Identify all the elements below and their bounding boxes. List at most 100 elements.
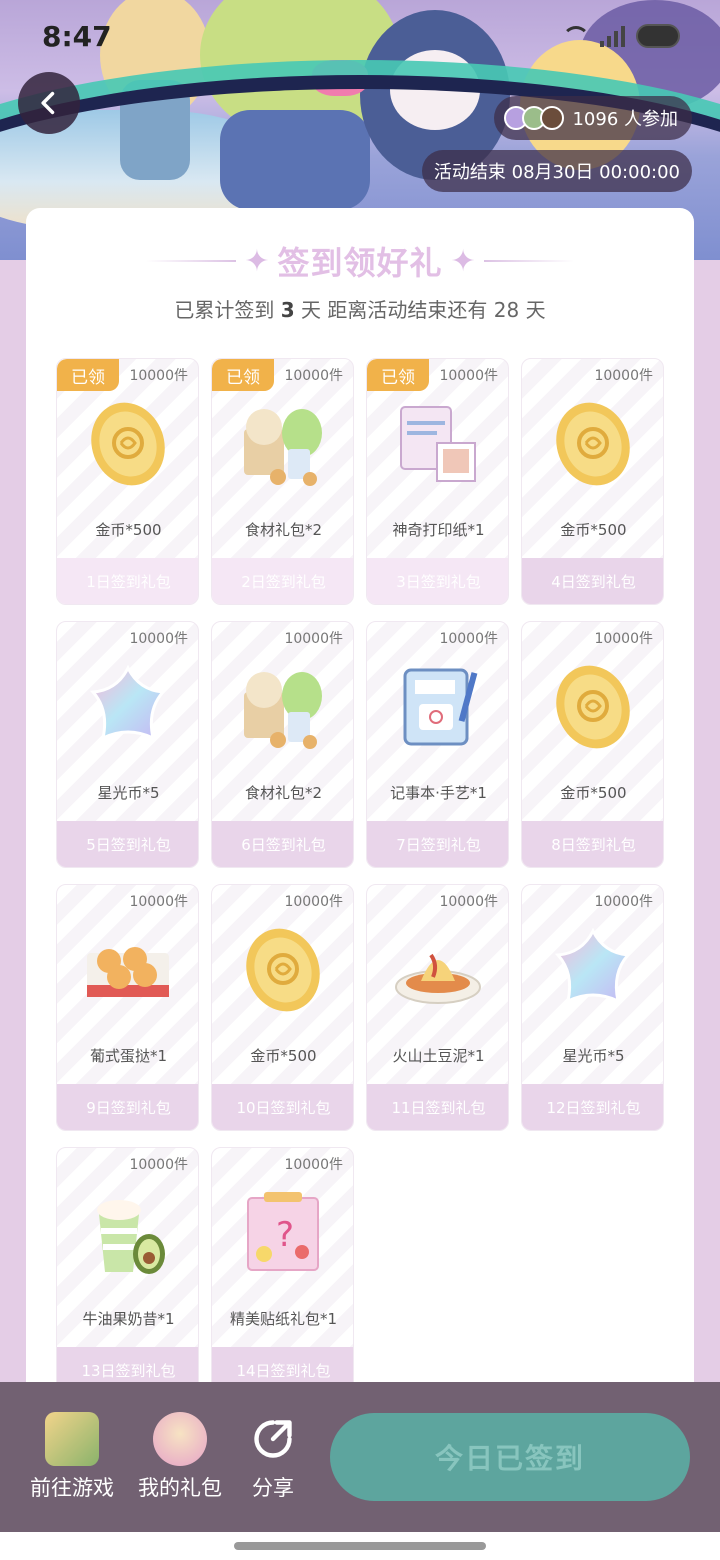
reward-quantity: 10000件 bbox=[129, 1157, 188, 1173]
go-game-button[interactable]: 前往游戏 bbox=[30, 1412, 114, 1502]
status-time: 8:47 bbox=[42, 20, 112, 53]
reward-day-label: 7日签到礼包 bbox=[367, 821, 508, 867]
reward-quantity: 10000件 bbox=[594, 368, 653, 384]
wifi-icon bbox=[562, 26, 590, 46]
share-icon bbox=[246, 1412, 300, 1466]
checkin-progress: 已累计签到 3 天 距离活动结束还有 28 天 bbox=[26, 294, 694, 323]
status-icons bbox=[562, 24, 680, 48]
reward-day-13[interactable]: 10000件 牛油果奶昔*1 13日签到礼包 bbox=[56, 1147, 199, 1394]
reward-name: 金币*500 bbox=[250, 1047, 317, 1065]
participant-avatars bbox=[504, 106, 565, 130]
egg-tart-icon bbox=[83, 925, 173, 1015]
reward-name: 精美贴纸礼包*1 bbox=[229, 1310, 338, 1328]
home-indicator[interactable] bbox=[234, 1542, 486, 1550]
reward-day-9[interactable]: 10000件 葡式蛋挞*1 9日签到礼包 bbox=[56, 884, 199, 1131]
card-title-row: ✦ 签到领好礼 ✦ bbox=[26, 238, 694, 284]
reward-day-10[interactable]: 10000件金币*500 10日签到礼包 bbox=[211, 884, 354, 1131]
reward-day-label: 1日签到礼包 bbox=[57, 558, 198, 604]
ingredient-pack-icon bbox=[238, 662, 328, 752]
reward-quantity: 10000件 bbox=[594, 631, 653, 647]
reward-day-4[interactable]: 10000件金币*500 4日签到礼包 bbox=[521, 358, 664, 605]
reward-day-label: 9日签到礼包 bbox=[57, 1084, 198, 1130]
gold-coin-icon bbox=[548, 399, 638, 489]
mashed-potato-icon bbox=[393, 925, 483, 1015]
bottom-action-bar: 前往游戏 我的礼包 分享 今日已签到 bbox=[0, 1382, 720, 1532]
reward-name: 星光币*5 bbox=[562, 1047, 625, 1065]
participants-count: 1096 人参加 bbox=[572, 109, 678, 130]
reward-quantity: 10000件 bbox=[439, 894, 498, 910]
notebook-icon bbox=[393, 662, 483, 752]
progress-suffix: 天 距离活动结束还有 28 天 bbox=[301, 298, 546, 322]
reward-name: 食材礼包*2 bbox=[244, 784, 323, 802]
reward-name: 葡式蛋挞*1 bbox=[89, 1047, 168, 1065]
claimed-badge: 已领 bbox=[367, 359, 429, 391]
reward-day-8[interactable]: 10000件金币*500 8日签到礼包 bbox=[521, 621, 664, 868]
chevron-left-icon bbox=[41, 91, 55, 115]
reward-quantity: 10000件 bbox=[284, 631, 343, 647]
reward-quantity: 10000件 bbox=[284, 1157, 343, 1173]
reward-name: 食材礼包*2 bbox=[244, 521, 323, 539]
gold-coin-icon bbox=[548, 662, 638, 752]
participants-pill: 1096 人参加 bbox=[494, 96, 692, 140]
signed-days-count: 3 bbox=[280, 298, 295, 322]
reward-quantity: 10000件 bbox=[129, 631, 188, 647]
reward-day-label: 5日签到礼包 bbox=[57, 821, 198, 867]
reward-day-5[interactable]: 10000件星光币*5 5日签到礼包 bbox=[56, 621, 199, 868]
share-button[interactable]: 分享 bbox=[246, 1412, 300, 1502]
game-app-icon bbox=[45, 1412, 99, 1466]
reward-day-label: 11日签到礼包 bbox=[367, 1084, 508, 1130]
deadline-text: 活动结束 08月30日 00:00:00 bbox=[433, 162, 680, 183]
reward-name: 牛油果奶昔*1 bbox=[82, 1310, 175, 1328]
share-label: 分享 bbox=[252, 1476, 294, 1500]
starlight-coin-icon bbox=[548, 925, 638, 1015]
battery-icon bbox=[636, 24, 680, 48]
card-title: 签到领好礼 bbox=[277, 244, 443, 282]
sticker-pack-icon: ? bbox=[238, 1188, 328, 1278]
ingredient-pack-icon bbox=[238, 399, 328, 489]
reward-day-2[interactable]: 已领 10000件 食材礼包*2 2日签到礼包 bbox=[211, 358, 354, 605]
gold-coin-icon bbox=[83, 399, 173, 489]
reward-quantity: 10000件 bbox=[284, 894, 343, 910]
checkin-card: ✦ 签到领好礼 ✦ 已累计签到 3 天 距离活动结束还有 28 天 已领 1000… bbox=[26, 208, 694, 1408]
back-button[interactable] bbox=[18, 72, 80, 134]
reward-day-label: 3日签到礼包 bbox=[367, 558, 508, 604]
avatar bbox=[540, 106, 565, 130]
reward-day-label: 4日签到礼包 bbox=[522, 558, 663, 604]
reward-name: 记事本·手艺*1 bbox=[390, 784, 487, 802]
reward-day-label: 12日签到礼包 bbox=[522, 1084, 663, 1130]
starlight-coin-icon bbox=[83, 662, 173, 752]
reward-day-14[interactable]: 10000件? 精美贴纸礼包*1 14日签到礼包 bbox=[211, 1147, 354, 1394]
reward-name: 火山土豆泥*1 bbox=[392, 1047, 485, 1065]
title-divider-left bbox=[146, 260, 237, 262]
reward-name: 金币*500 bbox=[560, 784, 627, 802]
sparkle-icon: ✦ bbox=[244, 243, 270, 279]
reward-day-6[interactable]: 10000件食材礼包*2 6日签到礼包 bbox=[211, 621, 354, 868]
reward-day-label: 8日签到礼包 bbox=[522, 821, 663, 867]
reward-day-11[interactable]: 10000件火山土豆泥*1 11日签到礼包 bbox=[366, 884, 509, 1131]
avocado-shake-icon bbox=[83, 1188, 173, 1278]
signal-icon bbox=[600, 25, 626, 47]
reward-quantity: 10000件 bbox=[129, 368, 188, 384]
reward-day-label: 6日签到礼包 bbox=[212, 821, 353, 867]
reward-day-3[interactable]: 已领 10000件神奇打印纸*1 3日签到礼包 bbox=[366, 358, 509, 605]
signed-today-button[interactable]: 今日已签到 bbox=[330, 1413, 690, 1501]
claimed-badge: 已领 bbox=[212, 359, 274, 391]
home-indicator-area bbox=[0, 1532, 720, 1560]
reward-day-1[interactable]: 已领 10000件 金币*500 1日签到礼包 bbox=[56, 358, 199, 605]
magic-paper-icon bbox=[393, 399, 483, 489]
reward-name: 星光币*5 bbox=[97, 784, 160, 802]
reward-quantity: 10000件 bbox=[284, 368, 343, 384]
reward-day-7[interactable]: 10000件 记事本·手艺*1 7日签到礼包 bbox=[366, 621, 509, 868]
reward-name: 神奇打印纸*1 bbox=[392, 521, 485, 539]
reward-name: 金币*500 bbox=[560, 521, 627, 539]
reward-quantity: 10000件 bbox=[439, 368, 498, 384]
reward-day-label: 10日签到礼包 bbox=[212, 1084, 353, 1130]
reward-quantity: 10000件 bbox=[594, 894, 653, 910]
gift-avatar-icon bbox=[153, 1412, 207, 1466]
go-game-label: 前往游戏 bbox=[30, 1476, 114, 1500]
claimed-badge: 已领 bbox=[57, 359, 119, 391]
my-gifts-button[interactable]: 我的礼包 bbox=[138, 1412, 222, 1502]
sparkle-icon: ✦ bbox=[450, 243, 476, 279]
reward-day-12[interactable]: 10000件星光币*5 12日签到礼包 bbox=[521, 884, 664, 1131]
gold-coin-icon bbox=[238, 925, 328, 1015]
